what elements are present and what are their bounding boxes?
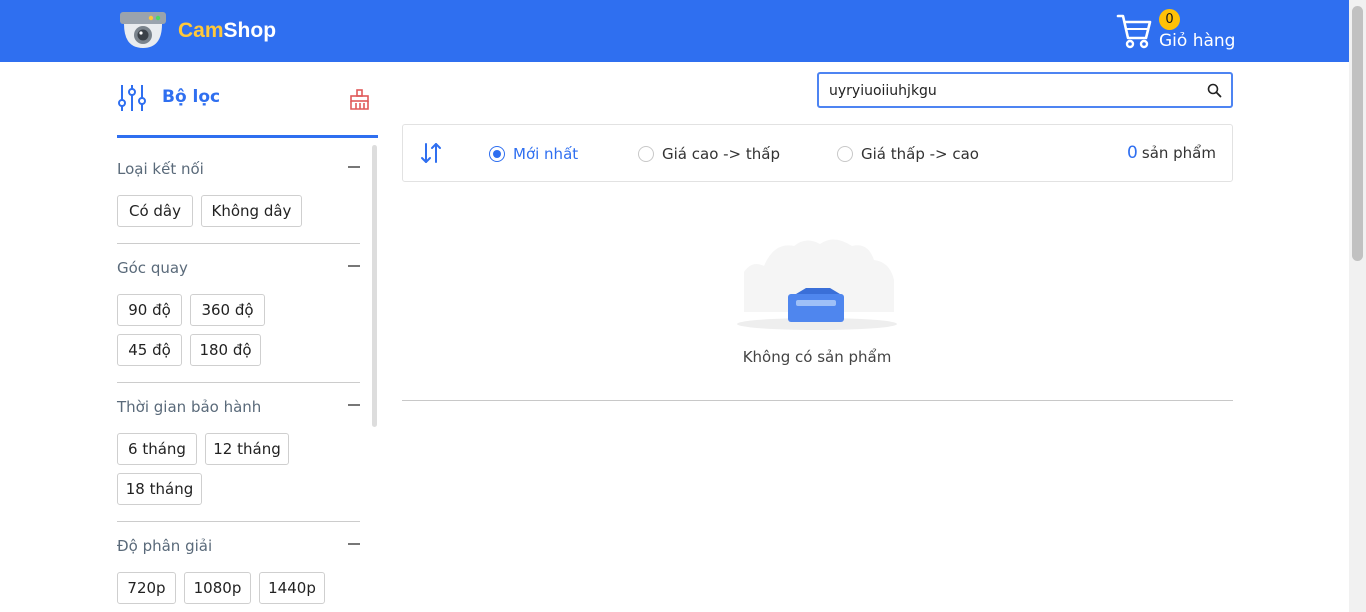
sort-arrows-icon [421,143,441,163]
filter-option[interactable]: 360 độ [190,294,265,326]
brand-name-part2: Shop [223,19,277,42]
filter-option[interactable]: 12 tháng [205,433,289,465]
radio-unchecked-icon [638,146,654,162]
filter-group-title: Loại kết nối [117,160,204,178]
search-icon[interactable] [1207,83,1222,98]
broom-icon[interactable] [349,89,370,110]
sort-option-label: Giá cao -> thấp [662,145,780,163]
product-count-label: sản phẩm [1141,144,1216,162]
collapse-icon[interactable] [348,166,360,168]
sidebar-scrollbar[interactable] [372,145,377,427]
product-count: 0 sản phẩm [1127,143,1216,163]
filter-group-title: Thời gian bảo hành [117,398,262,416]
radio-unchecked-icon [837,146,853,162]
filter-sidebar: Bộ lọc Loại kết nối Có dây Không dây Góc… [117,62,379,612]
search-box [817,72,1233,108]
brand-name: CamShop [178,19,276,43]
collapse-icon[interactable] [348,404,360,406]
cart-icon [1116,14,1152,49]
camera-logo-icon [120,12,166,48]
cart-button[interactable]: 0 Giỏ hàng [1114,8,1239,56]
cart-label: Giỏ hàng [1159,31,1236,51]
divider [402,400,1233,401]
filter-option[interactable]: 720p [117,572,176,604]
filter-group-title: Độ phân giải [117,537,213,555]
filter-option[interactable]: 1080p [184,572,251,604]
collapse-icon[interactable] [348,265,360,267]
filter-option[interactable]: 90 độ [117,294,182,326]
sort-option-label: Giá thấp -> cao [861,145,979,163]
page-scrollbar[interactable] [1349,0,1366,612]
cart-count-badge: 0 [1159,9,1180,30]
brand-logo[interactable]: CamShop [118,10,276,52]
divider [117,243,360,244]
filter-option[interactable]: 18 tháng [117,473,202,505]
sort-option-label: Mới nhất [513,145,579,163]
filter-option[interactable]: 6 tháng [117,433,197,465]
sort-option-newest[interactable]: Mới nhất [489,144,578,164]
divider [117,382,360,383]
search-input[interactable] [829,81,1189,101]
empty-message: Không có sản phẩm [742,348,892,366]
radio-checked-icon [489,146,505,162]
top-header: CamShop 0 Giỏ hàng [0,0,1349,62]
filter-group-title: Góc quay [117,259,188,277]
brand-name-part1: Cam [178,19,224,42]
collapse-icon[interactable] [348,543,360,545]
sort-option-price-desc[interactable]: Giá cao -> thấp [638,144,780,164]
filter-option[interactable]: 45 độ [117,334,182,366]
empty-box-icon [737,239,897,330]
divider [117,521,360,522]
filter-option[interactable]: 180 độ [190,334,261,366]
product-count-number: 0 [1127,143,1138,163]
filter-title: Bộ lọc [162,87,221,107]
filter-sliders-icon [118,85,146,111]
filter-option[interactable]: Không dây [201,195,302,227]
filter-option[interactable]: 1440p [259,572,325,604]
filter-option[interactable]: Có dây [117,195,193,227]
sort-option-price-asc[interactable]: Giá thấp -> cao [837,144,979,164]
sort-bar: Mới nhất Giá cao -> thấp Giá thấp -> cao… [402,124,1233,182]
scrollbar-thumb[interactable] [1352,6,1363,261]
filter-header: Bộ lọc [117,82,378,138]
